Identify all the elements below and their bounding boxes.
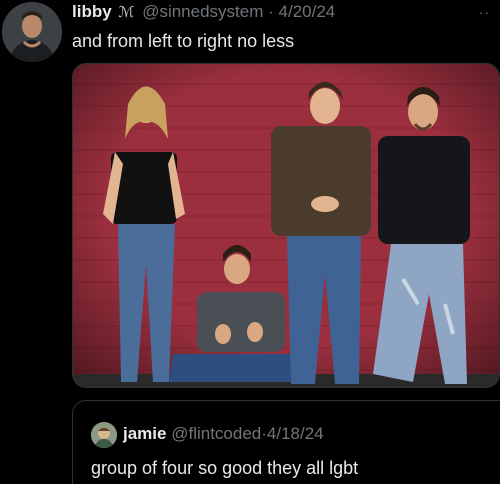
quoted-tweet-text: group of four so good they all lgbt: [91, 458, 359, 478]
quoted-tweet-date[interactable]: 4/18/24: [267, 424, 324, 443]
author-avatar[interactable]: [2, 2, 62, 62]
tweet-media-photo[interactable]: [72, 63, 500, 388]
tweet-text: and from left to right no less: [72, 31, 295, 51]
quoted-author-handle[interactable]: @flintcoded: [171, 424, 261, 443]
author-avatar-image: [2, 2, 62, 62]
more-options-icon[interactable]: ··: [479, 2, 490, 22]
quoted-avatar-image: [91, 422, 117, 448]
author-handle[interactable]: @sinnedsystem: [142, 2, 263, 21]
author-name[interactable]: libby: [72, 2, 112, 21]
quoted-tweet-header: jamie @flintcoded·4/18/24: [123, 423, 324, 445]
group-photo: [73, 64, 499, 387]
quoted-tweet[interactable]: jamie @flintcoded·4/18/24 group of four …: [72, 400, 500, 484]
tweet[interactable]: libby ℳ @sinnedsystem · 4/20/24 ·· and f…: [0, 0, 500, 484]
quoted-author-name[interactable]: jamie: [123, 424, 166, 443]
header-separator: ·: [268, 2, 274, 21]
quoted-author-avatar[interactable]: [91, 422, 117, 448]
tweet-date[interactable]: 4/20/24: [279, 2, 336, 21]
name-emoji: ℳ: [118, 4, 135, 21]
tweet-header: libby ℳ @sinnedsystem · 4/20/24 ··: [72, 2, 490, 22]
